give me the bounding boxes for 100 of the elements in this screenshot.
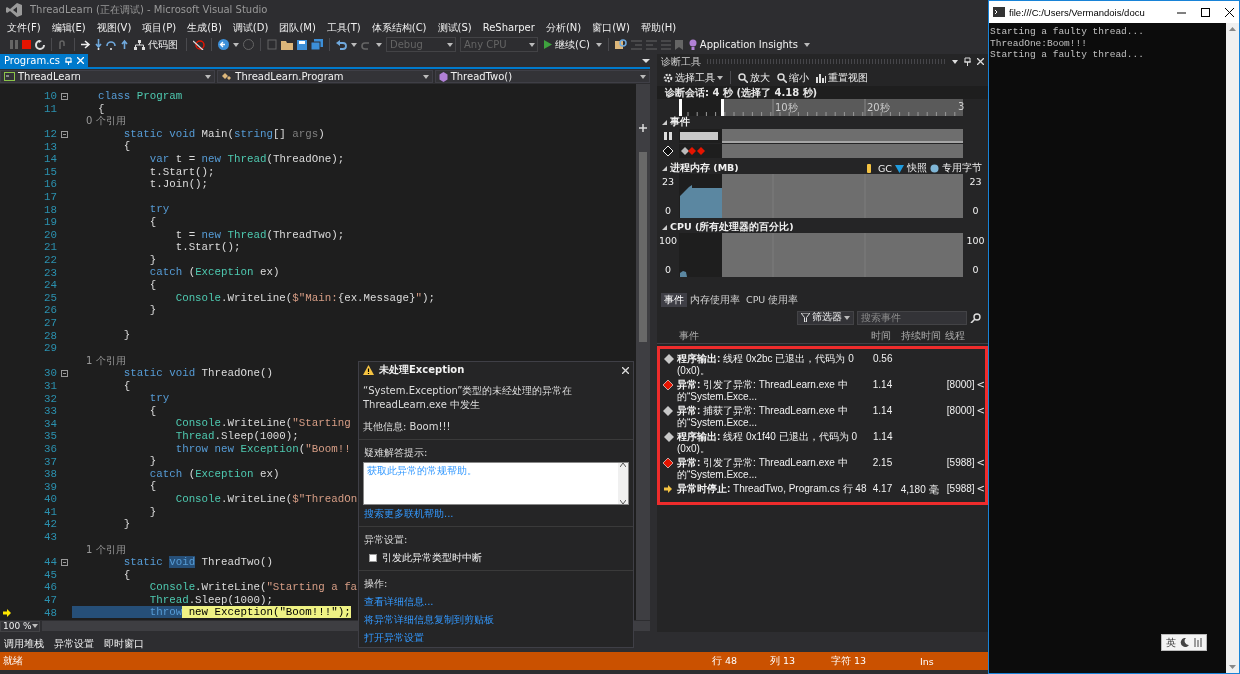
menu-item[interactable]: 项目(P): [137, 20, 182, 35]
menu-item[interactable]: 帮助(H): [635, 20, 682, 35]
menu-item[interactable]: 测试(S): [432, 20, 477, 35]
menu-item[interactable]: 团队(M): [274, 20, 321, 35]
zoom-dropdown[interactable]: 100 %: [0, 620, 40, 632]
checkbox[interactable]: [369, 554, 377, 562]
expand-icon[interactable]: [662, 165, 667, 171]
zoom-out-button[interactable]: 缩小: [775, 70, 811, 85]
select-tools-button[interactable]: 选择工具: [661, 70, 725, 85]
step-out-icon[interactable]: [121, 39, 128, 50]
code-line: {: [148, 480, 157, 493]
menu-item[interactable]: ReSharper: [477, 22, 540, 33]
moon-icon[interactable]: [1180, 638, 1189, 647]
event-text[interactable]: 异常: 引发了异常: ThreadLearn.exe 中的“System.Exce...: [677, 457, 873, 481]
scrollbar-thumb[interactable]: [639, 152, 647, 342]
collapse-icon[interactable]: [61, 369, 68, 377]
axis-label: 0: [664, 264, 671, 275]
event-text[interactable]: 程序输出: 线程 0x1f40 已退出，代码为 0 (0x0)。: [677, 431, 873, 455]
event-text[interactable]: 程序输出: 线程 0x2bc 已退出，代码为 0 (0x0)。: [677, 353, 873, 377]
ime-mode[interactable]: 英: [1166, 635, 1176, 650]
collapse-icon[interactable]: [61, 92, 68, 100]
arrow-right-icon[interactable]: [81, 40, 91, 49]
navigation-dropdown[interactable]: ThreadLearn.Program: [217, 70, 433, 83]
action-link[interactable]: 查看详细信息...: [359, 593, 633, 611]
breakpoint-icon[interactable]: [193, 39, 205, 50]
help-link[interactable]: 搜索更多联机帮助...: [359, 505, 633, 523]
insights-button[interactable]: Application Insights: [686, 39, 800, 50]
line-number: 20: [43, 228, 57, 241]
tool-window-tab[interactable]: 异常设置: [54, 637, 94, 651]
tool-window-tab[interactable]: 即时窗口: [104, 637, 144, 651]
line-number: 29: [43, 342, 57, 355]
column-header[interactable]: 时间: [871, 329, 901, 343]
exception-info: 其他信息: Boom!!!: [359, 412, 633, 440]
scroll-up-icon[interactable]: [620, 463, 626, 467]
maximize-icon[interactable]: [1200, 7, 1210, 17]
scroll-down-icon: [1229, 665, 1236, 669]
expand-icon[interactable]: [662, 224, 667, 230]
reference-count[interactable]: 1 个引用: [0, 542, 126, 557]
timeline-ruler[interactable]: [679, 99, 963, 116]
checkbox-label[interactable]: 引发此异常类型时中断: [382, 551, 482, 565]
collapse-icon[interactable]: [61, 558, 68, 566]
menu-item[interactable]: 工具(T): [321, 20, 366, 35]
scroll-down-icon[interactable]: [620, 500, 626, 504]
line-number: 25: [43, 291, 57, 304]
continue-button[interactable]: 继续(C): [542, 37, 592, 52]
back-icon[interactable]: [218, 39, 229, 50]
event-text[interactable]: 异常: 捕获了异常: ThreadLearn.exe 中的“System.Exce...: [677, 405, 873, 429]
folder-icon[interactable]: [281, 39, 293, 50]
code-line: Console.WriteLine($"ThreadOn: [174, 493, 358, 506]
tool-window-tab[interactable]: 调用堆栈: [4, 637, 44, 651]
navigation-dropdown[interactable]: ThreadTwo(): [434, 70, 650, 83]
code-line: Thread.Sleep(1000);: [148, 593, 273, 607]
code-line: }: [148, 505, 157, 519]
code-line: catch (Exception ex): [148, 266, 280, 279]
column-header[interactable]: 线程: [945, 329, 975, 343]
find-icon[interactable]: [614, 39, 627, 50]
action-link[interactable]: 打开异常设置: [359, 629, 633, 647]
code-map-button[interactable]: 代码图: [132, 37, 180, 52]
menu-item[interactable]: 文件(F): [2, 20, 46, 35]
close-icon[interactable]: [1224, 7, 1234, 17]
filter-button[interactable]: 筛选器: [797, 310, 854, 325]
restart-icon[interactable]: [35, 39, 45, 50]
line-number: 16: [43, 178, 57, 191]
menu-item[interactable]: 编辑(E): [46, 20, 91, 35]
panel-tab[interactable]: 事件: [661, 293, 687, 307]
expand-icon[interactable]: [662, 119, 667, 125]
search-icon[interactable]: [970, 312, 982, 323]
line-number: 35: [43, 430, 57, 443]
menu-item[interactable]: 视图(V): [91, 20, 137, 35]
pin-icon[interactable]: [964, 57, 971, 66]
panel-tab[interactable]: 内存使用率: [687, 293, 743, 307]
column-header[interactable]: 事件: [657, 329, 871, 343]
code-line: catch (Exception ex): [148, 467, 280, 481]
navigation-dropdown[interactable]: ThreadLearn: [0, 70, 216, 83]
reset-view-button[interactable]: 重置视图: [814, 70, 870, 85]
code-line: {: [122, 568, 131, 582]
zoom-in-button[interactable]: 放大: [736, 70, 772, 85]
reference-count[interactable]: 1 个引用: [0, 353, 126, 368]
scrollbar[interactable]: [636, 84, 650, 620]
event-duration: 4,180 毫: [900, 483, 940, 497]
event-text[interactable]: 异常: 引发了异常: ThreadLearn.exe 中的“System.Exce...: [677, 379, 873, 403]
panel-tab[interactable]: CPU 使用率: [743, 293, 802, 307]
action-link[interactable]: 将异常详细信息复制到剪贴板: [359, 611, 633, 629]
undo-icon[interactable]: [336, 39, 347, 50]
menu-item[interactable]: 生成(B): [182, 20, 227, 35]
column-header[interactable]: 持续时间: [901, 329, 945, 343]
collapse-icon[interactable]: [61, 130, 68, 138]
menu-item[interactable]: 窗口(W): [587, 20, 635, 35]
reference-count[interactable]: 0 个引用: [0, 114, 126, 129]
menu-item[interactable]: 调试(D): [227, 20, 274, 35]
save-icon[interactable]: [297, 39, 307, 50]
event-text[interactable]: 异常时停止: ThreadTwo, Program.cs 行 48: [677, 483, 873, 495]
menu-item[interactable]: 体系结构(C): [366, 20, 432, 35]
search-field[interactable]: 搜索事件: [857, 310, 967, 325]
step-into-icon[interactable]: [95, 39, 102, 50]
menu-item[interactable]: 分析(N): [540, 20, 587, 35]
save-all-icon[interactable]: [311, 39, 323, 50]
scrollbar[interactable]: [1226, 23, 1239, 673]
caret-icon[interactable]: [952, 59, 958, 64]
step-over-icon[interactable]: [106, 39, 117, 50]
